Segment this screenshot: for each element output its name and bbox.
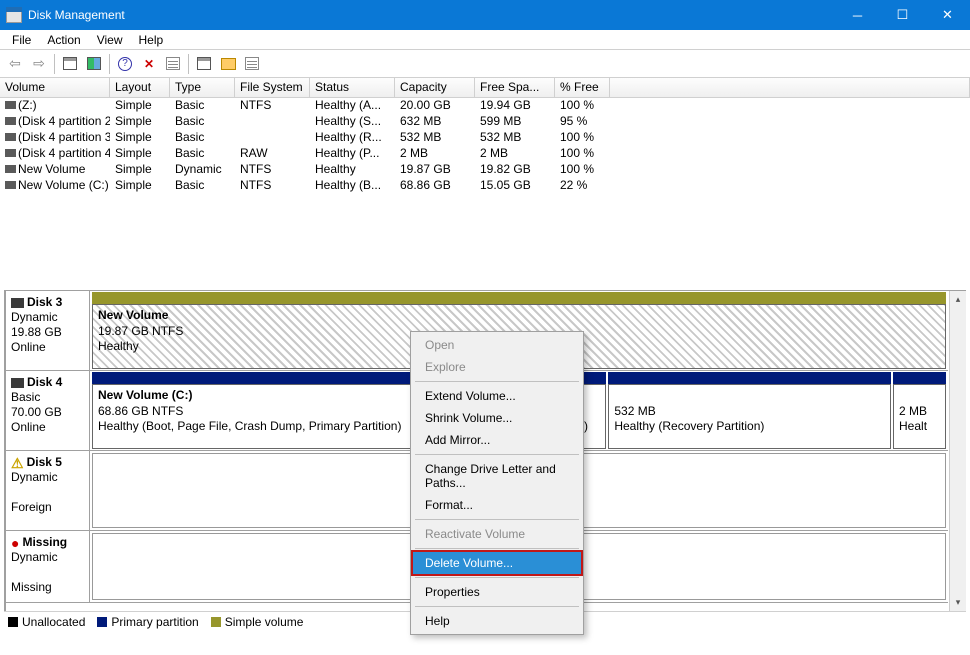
col-capacity[interactable]: Capacity bbox=[395, 78, 475, 97]
volume-icon bbox=[5, 133, 16, 141]
scroll-up-icon[interactable]: ▴ bbox=[950, 291, 966, 308]
volume-row[interactable]: (Z:)SimpleBasicNTFSHealthy (A...20.00 GB… bbox=[0, 98, 970, 114]
volume-list: (Z:)SimpleBasicNTFSHealthy (A...20.00 GB… bbox=[0, 98, 970, 292]
window-title: Disk Management bbox=[28, 8, 125, 22]
volume-icon bbox=[5, 117, 16, 125]
ctx-open[interactable]: Open bbox=[413, 334, 581, 356]
warning-icon: ⚠ bbox=[11, 456, 24, 470]
volume-icon bbox=[5, 165, 16, 173]
error-icon: ● bbox=[11, 536, 19, 550]
partition-disk4-3[interactable]: 532 MB Healthy (Recovery Partition) bbox=[607, 372, 892, 449]
ctx-extend[interactable]: Extend Volume... bbox=[413, 385, 581, 407]
view-graphic-button[interactable] bbox=[83, 53, 105, 75]
menu-help[interactable]: Help bbox=[131, 31, 172, 49]
delete-button[interactable] bbox=[138, 53, 160, 75]
maximize-button[interactable]: ☐ bbox=[880, 0, 925, 30]
disk-label-5[interactable]: ⚠Disk 5 Dynamic Foreign bbox=[6, 451, 90, 530]
vertical-scrollbar[interactable]: ▴ ▾ bbox=[949, 291, 966, 611]
volume-list-header: Volume Layout Type File System Status Ca… bbox=[0, 78, 970, 98]
menu-view[interactable]: View bbox=[89, 31, 131, 49]
legend-unallocated-swatch bbox=[8, 617, 18, 627]
volume-row[interactable]: New Volume (C:)SimpleBasicNTFSHealthy (B… bbox=[0, 178, 970, 194]
properties-icon bbox=[166, 57, 180, 70]
title-bar: Disk Management ─ ☐ ✕ bbox=[0, 0, 970, 30]
ctx-mirror[interactable]: Add Mirror... bbox=[413, 429, 581, 451]
volume-icon bbox=[5, 101, 16, 109]
question-icon bbox=[118, 57, 132, 71]
ctx-format[interactable]: Format... bbox=[413, 494, 581, 516]
volume-row[interactable]: (Disk 4 partition 3)SimpleBasicHealthy (… bbox=[0, 130, 970, 146]
minimize-button[interactable]: ─ bbox=[835, 0, 880, 30]
window-controls: ─ ☐ ✕ bbox=[835, 0, 970, 30]
ctx-reactivate[interactable]: Reactivate Volume bbox=[413, 523, 581, 545]
col-type[interactable]: Type bbox=[170, 78, 235, 97]
disk-icon bbox=[11, 378, 24, 388]
properties-button[interactable] bbox=[162, 53, 184, 75]
col-volume[interactable]: Volume bbox=[0, 78, 110, 97]
ctx-shrink[interactable]: Shrink Volume... bbox=[413, 407, 581, 429]
volume-icon bbox=[5, 149, 16, 157]
ctx-help[interactable]: Help bbox=[413, 610, 581, 632]
volume-row[interactable]: New VolumeSimpleDynamicNTFSHealthy19.87 … bbox=[0, 162, 970, 178]
context-menu: Open Explore Extend Volume... Shrink Vol… bbox=[410, 331, 584, 635]
menu-bar: File Action View Help bbox=[0, 30, 970, 50]
grid-icon bbox=[63, 57, 77, 70]
legend-primary-swatch bbox=[97, 617, 107, 627]
app-icon bbox=[6, 7, 22, 23]
split-icon bbox=[87, 57, 101, 70]
menu-file[interactable]: File bbox=[4, 31, 39, 49]
legend-simple-swatch bbox=[211, 617, 221, 627]
volume-row[interactable]: (Disk 4 partition 2)SimpleBasicHealthy (… bbox=[0, 114, 970, 130]
arrow-right-icon bbox=[33, 55, 45, 72]
toolbar bbox=[0, 50, 970, 78]
disk-label-missing[interactable]: ●Missing Dynamic Missing bbox=[6, 531, 90, 602]
action2-button[interactable] bbox=[217, 53, 239, 75]
disk-icon bbox=[11, 298, 24, 308]
close-button[interactable]: ✕ bbox=[925, 0, 970, 30]
volume-row[interactable]: (Disk 4 partition 4)SimpleBasicRAWHealth… bbox=[0, 146, 970, 162]
menu-action[interactable]: Action bbox=[39, 31, 88, 49]
col-free[interactable]: Free Spa... bbox=[475, 78, 555, 97]
col-fs[interactable]: File System bbox=[235, 78, 310, 97]
col-pctfree[interactable]: % Free bbox=[555, 78, 610, 97]
volume-icon bbox=[5, 181, 16, 189]
arrow-left-icon bbox=[9, 55, 21, 72]
ctx-delete-volume[interactable]: Delete Volume... bbox=[413, 552, 581, 574]
props2-icon bbox=[245, 57, 259, 70]
view-list-button[interactable] bbox=[59, 53, 81, 75]
scroll-down-icon[interactable]: ▾ bbox=[950, 594, 966, 611]
help-button[interactable] bbox=[114, 53, 136, 75]
grid2-icon bbox=[197, 57, 211, 70]
col-status[interactable]: Status bbox=[310, 78, 395, 97]
x-icon bbox=[144, 57, 154, 71]
disk-label-3[interactable]: Disk 3 Dynamic 19.88 GB Online bbox=[6, 291, 90, 370]
action3-button[interactable] bbox=[241, 53, 263, 75]
disk-label-4[interactable]: Disk 4 Basic 70.00 GB Online bbox=[6, 371, 90, 450]
forward-button[interactable] bbox=[28, 53, 50, 75]
back-button[interactable] bbox=[4, 53, 26, 75]
ctx-drive-letter[interactable]: Change Drive Letter and Paths... bbox=[413, 458, 581, 494]
partition-disk4-4[interactable]: 2 MBHealt bbox=[892, 372, 947, 449]
action1-button[interactable] bbox=[193, 53, 215, 75]
ctx-properties[interactable]: Properties bbox=[413, 581, 581, 603]
ctx-explore[interactable]: Explore bbox=[413, 356, 581, 378]
folder-icon bbox=[221, 58, 236, 70]
col-layout[interactable]: Layout bbox=[110, 78, 170, 97]
